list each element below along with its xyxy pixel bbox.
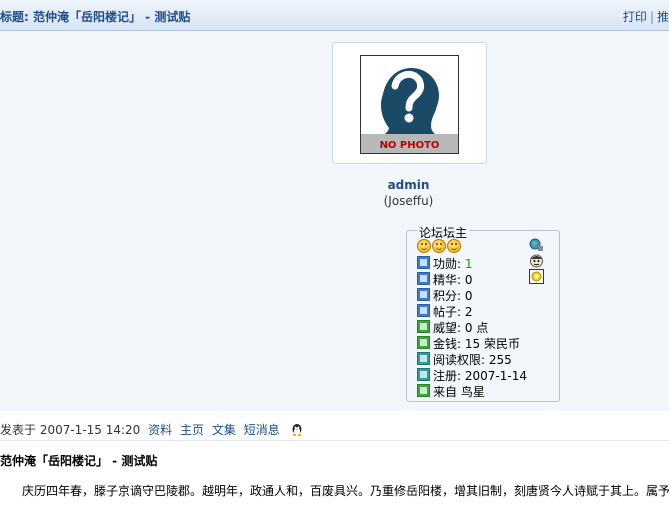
posts-icon (417, 304, 430, 317)
stat-value: 2 (464, 305, 473, 319)
flower-icon (529, 269, 544, 284)
post-timestamp: 发表于 2007-1-15 14:20 (0, 423, 141, 437)
stat-row: 威望: 0 点 (417, 320, 488, 336)
online-status-icon[interactable] (529, 237, 544, 252)
prestige-icon (417, 320, 430, 333)
stat-value: 0 (464, 273, 473, 287)
qq-penguin-icon[interactable] (290, 423, 304, 437)
digest-icon (417, 272, 430, 285)
stat-value: 鸟星 (460, 385, 485, 399)
register-icon (417, 368, 430, 381)
stat-row: 金钱: 15 荣民币 (417, 336, 520, 352)
author-nickname: (Joseffu) (383, 194, 434, 208)
stat-value: 2007-1-14 (464, 369, 527, 383)
stat-value: 0 (464, 289, 473, 303)
author-stats-box: 论坛坛主 功勋: 1 精华: 0 积分: 0 帖子: 2 威望: 0 点 金钱:… (406, 224, 560, 402)
profile-link[interactable]: 资料 (148, 423, 172, 437)
stat-value: 15 荣民币 (464, 337, 520, 351)
stat-label: 功勋: (433, 257, 462, 271)
blog-link[interactable]: 文集 (212, 423, 236, 437)
badge-icons (529, 237, 549, 285)
stat-row: 来自 鸟星 (417, 384, 485, 400)
recommend-link[interactable]: 推 (657, 10, 669, 24)
stat-value: 255 (488, 353, 512, 367)
credits-icon (417, 288, 430, 301)
stat-value: 1 (464, 257, 473, 271)
medal-icon (417, 256, 430, 269)
location-icon (417, 384, 430, 397)
stat-row: 帖子: 2 (417, 304, 473, 320)
avatar[interactable]: NO PHOTO (360, 55, 459, 154)
stat-row: 功勋: 1 (417, 256, 473, 272)
rank-stars (417, 239, 462, 256)
thread-title: 标题: 范仲淹「岳阳楼记」 - 测试贴 (0, 10, 191, 24)
author-profile-panel: NO PHOTO admin (Joseffu) 论坛坛主 功勋: 1 精华: … (0, 31, 669, 411)
post-meta-bar: 发表于 2007-1-15 14:20 资料 主页 文集 短消息 (0, 421, 669, 439)
divider: | (649, 10, 654, 24)
stat-row: 精华: 0 (417, 272, 473, 288)
message-link[interactable]: 短消息 (244, 423, 280, 437)
stat-label: 阅读权限: (433, 353, 486, 367)
user-face-icon[interactable] (529, 253, 544, 268)
stat-row: 阅读权限: 255 (417, 352, 512, 368)
rank-smiley-icon (447, 239, 461, 253)
stat-label: 金钱: (433, 337, 462, 351)
post-title: 范仲淹「岳阳楼记」 - 测试贴 (0, 454, 158, 468)
read-permission-icon (417, 352, 430, 365)
stat-label: 帖子: (433, 305, 462, 319)
rank-smiley-icon (432, 239, 446, 253)
divider (0, 440, 669, 441)
print-link[interactable]: 打印 (623, 10, 647, 24)
stat-label: 注册: (433, 369, 462, 383)
stat-label: 威望: (433, 321, 462, 335)
post-body: 庆历四年春，滕子京谪守巴陵郡。越明年，政通人和，百废具兴。乃重修岳阳楼，增其旧制… (22, 484, 669, 498)
stat-row: 积分: 0 (417, 288, 473, 304)
rank-smiley-icon (417, 239, 431, 253)
stat-label: 积分: (433, 289, 462, 303)
money-icon (417, 336, 430, 349)
no-photo-text: NO PHOTO (380, 140, 440, 151)
thread-header: 标题: 范仲淹「岳阳楼记」 - 测试贴 打印 | 推 (0, 0, 669, 31)
stat-label: 来自 (433, 385, 458, 399)
homepage-link[interactable]: 主页 (180, 423, 204, 437)
stat-label: 精华: (433, 273, 462, 287)
thread-actions: 打印 | 推 (623, 8, 669, 25)
author-username[interactable]: admin (332, 178, 485, 192)
no-photo-icon: NO PHOTO (361, 56, 458, 153)
avatar-frame: NO PHOTO (332, 42, 487, 164)
stat-value: 0 点 (464, 321, 489, 335)
stat-row: 注册: 2007-1-14 (417, 368, 527, 384)
